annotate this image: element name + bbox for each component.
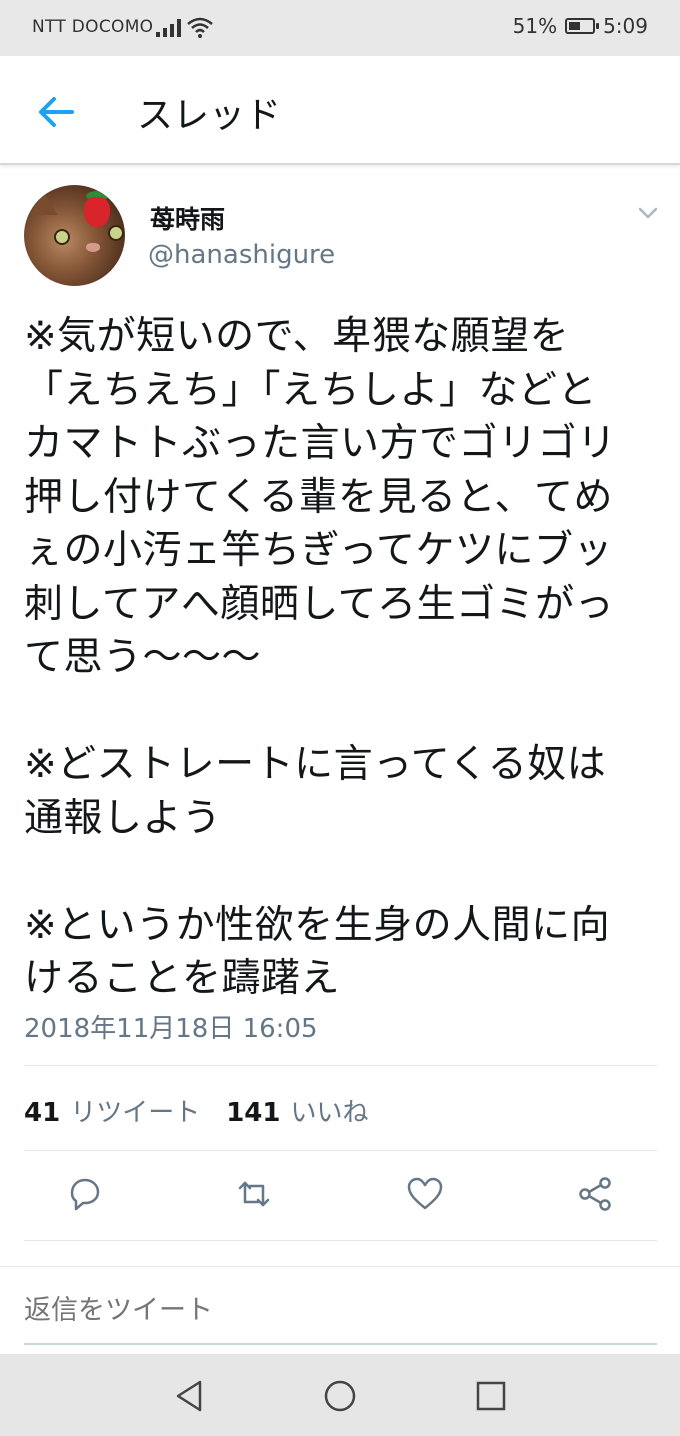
divider [24, 1150, 657, 1151]
recents-square-icon[interactable] [473, 1378, 509, 1414]
share-button[interactable] [576, 1174, 616, 1214]
divider [24, 1240, 657, 1241]
reply-underline [24, 1343, 657, 1345]
status-bar: NTT DOCOMO 51% 5:09 [0, 0, 680, 56]
battery-percent: 51% [512, 14, 558, 38]
clock: 5:09 [603, 14, 648, 38]
like-button[interactable] [405, 1174, 445, 1214]
divider [24, 1065, 657, 1066]
home-circle-icon[interactable] [322, 1378, 358, 1414]
like-count[interactable]: 141 [226, 1098, 280, 1128]
back-arrow-icon[interactable] [36, 92, 76, 132]
page-title: スレッド [137, 95, 282, 136]
battery-icon [565, 18, 600, 34]
signal-icon [156, 17, 181, 37]
back-triangle-icon[interactable] [172, 1378, 208, 1414]
chevron-down-icon[interactable] [638, 206, 658, 220]
reply-button[interactable] [64, 1174, 104, 1214]
retweet-count[interactable]: 41 [24, 1098, 60, 1128]
tweet-stats: 41 リツイート 141 いいね [24, 1092, 369, 1129]
tweet-timestamp: 2018年11月18日 16:05 [24, 1014, 318, 1044]
app-header: スレッド [0, 56, 680, 165]
reply-input[interactable] [24, 1295, 654, 1326]
carrier-name: NTT DOCOMO [32, 17, 154, 37]
strawberry-icon [84, 197, 110, 227]
wifi-icon [187, 17, 213, 38]
system-nav-bar [0, 1354, 680, 1436]
reply-icon [70, 1178, 100, 1211]
retweet-button[interactable] [234, 1174, 274, 1214]
status-right: 51% 5:09 [513, 14, 648, 38]
retweet-icon [238, 1181, 270, 1207]
tweet-text: ※気が短いので、卑猥な願望を 「えちえち」「えちしよ」などと カマトトぶった言い… [24, 314, 617, 1001]
display-name[interactable]: 苺時雨 [150, 200, 225, 236]
like-label[interactable]: いいね [290, 1092, 368, 1129]
reply-composer [0, 1266, 680, 1353]
retweet-label[interactable]: リツイート [70, 1092, 200, 1129]
heart-icon [407, 1177, 443, 1210]
share-icon [579, 1177, 611, 1211]
avatar[interactable] [24, 185, 125, 286]
user-handle[interactable]: @hanashigure [148, 240, 335, 270]
